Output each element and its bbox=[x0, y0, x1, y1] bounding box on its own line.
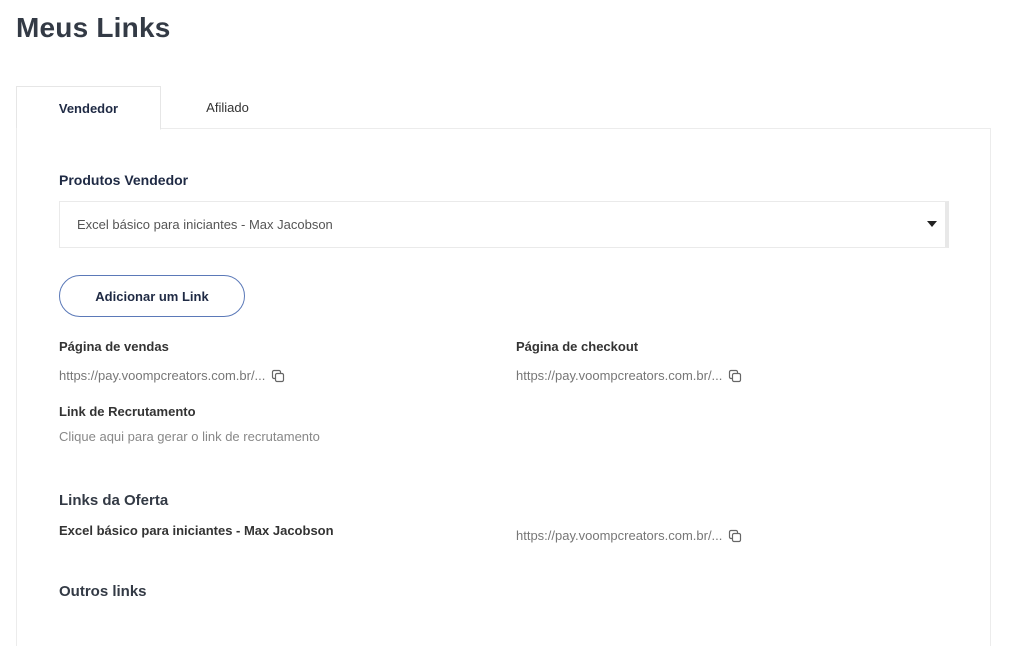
sales-page-url[interactable]: https://pay.voompcreators.com.br/... bbox=[59, 368, 265, 383]
product-select[interactable]: Excel básico para iniciantes - Max Jacob… bbox=[59, 201, 949, 248]
tab-vendedor[interactable]: Vendedor bbox=[16, 86, 161, 130]
recruitment-label: Link de Recrutamento bbox=[59, 404, 196, 419]
checkout-page-label: Página de checkout bbox=[516, 339, 639, 354]
sales-page-label: Página de vendas bbox=[59, 339, 169, 354]
offer-item-url-row: https://pay.voompcreators.com.br/... bbox=[516, 528, 742, 543]
product-select-value: Excel básico para iniciantes - Max Jacob… bbox=[77, 217, 333, 232]
products-label: Produtos Vendedor bbox=[59, 172, 189, 188]
checkout-page-url-row: https://pay.voompcreators.com.br/... bbox=[516, 368, 742, 383]
offer-links-title: Links da Oferta bbox=[59, 492, 169, 509]
page-title: Meus Links bbox=[16, 12, 171, 43]
sales-page-url-row: https://pay.voompcreators.com.br/... bbox=[59, 368, 285, 383]
tab-bar: Vendedor Afiliado bbox=[16, 86, 991, 130]
tab-panel-vendedor: Produtos Vendedor Excel básico para inic… bbox=[16, 128, 991, 646]
add-link-button[interactable]: Adicionar um Link bbox=[59, 275, 245, 317]
other-links-title: Outros links bbox=[59, 583, 147, 600]
checkout-page-url[interactable]: https://pay.voompcreators.com.br/... bbox=[516, 368, 722, 383]
copy-icon[interactable] bbox=[728, 369, 742, 383]
caret-down-icon[interactable] bbox=[927, 221, 937, 227]
copy-icon[interactable] bbox=[728, 529, 742, 543]
copy-icon[interactable] bbox=[271, 369, 285, 383]
generate-recruitment-link[interactable]: Clique aqui para gerar o link de recruta… bbox=[59, 429, 320, 444]
tab-afiliado[interactable]: Afiliado bbox=[161, 86, 294, 129]
offer-item-url[interactable]: https://pay.voompcreators.com.br/... bbox=[516, 528, 722, 543]
offer-item-name: Excel básico para iniciantes - Max Jacob… bbox=[59, 523, 334, 538]
